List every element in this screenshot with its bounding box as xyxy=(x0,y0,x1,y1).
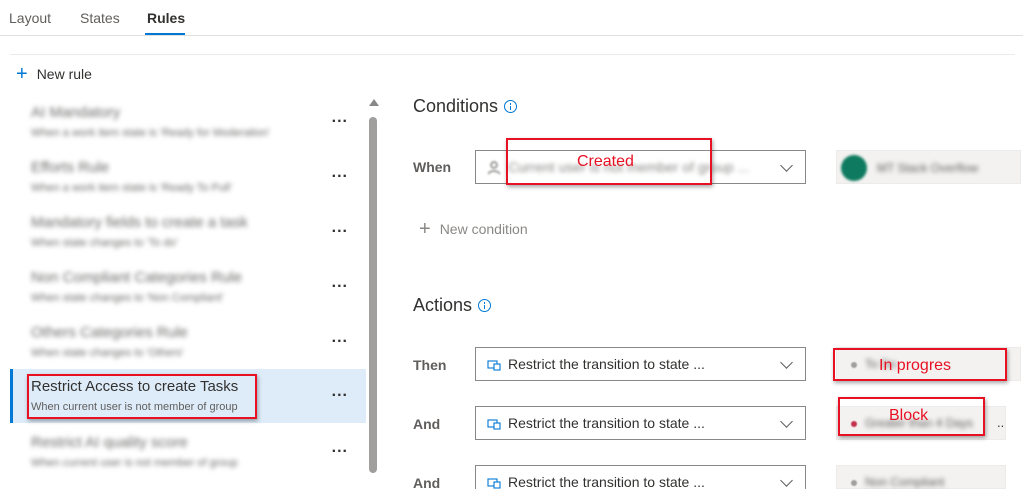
group-value-field[interactable]: MT Stack Overflow xyxy=(836,150,1021,184)
more-options-icon[interactable]: ... xyxy=(332,383,348,401)
plus-icon: + xyxy=(16,63,28,85)
rule-subtitle: When a work item state is 'Ready for Mod… xyxy=(31,127,270,139)
chevron-down-icon xyxy=(780,474,793,487)
more-options-icon[interactable]: ... xyxy=(332,164,348,182)
action-value: Restrict the transition to state ... xyxy=(508,474,705,489)
rule-subtitle: When current user is not member of group xyxy=(31,457,238,469)
tab-bar: Layout States Rules xyxy=(0,0,1023,36)
rules-list: AI Mandatory When a work item state is '… xyxy=(10,95,366,489)
tab-states[interactable]: States xyxy=(80,10,120,26)
annotation-created-label: Created xyxy=(577,153,634,170)
info-icon[interactable] xyxy=(504,100,518,113)
rule-item[interactable]: Efforts Rule When a work item state is '… xyxy=(10,150,366,204)
actions-heading: Actions xyxy=(413,295,492,316)
annotation-in-progress-label: In progres xyxy=(879,357,952,374)
rule-item[interactable]: AI Mandatory When a work item state is '… xyxy=(10,95,366,149)
conditions-heading: Conditions xyxy=(413,96,518,117)
state-value: Non Compliant xyxy=(865,475,945,489)
annotation-selected-rule-box xyxy=(27,374,257,419)
rule-title: Efforts Rule xyxy=(31,159,110,176)
more-options-icon[interactable]: ... xyxy=(332,219,348,237)
new-rule-button[interactable]: + New rule xyxy=(16,64,92,84)
chevron-down-icon xyxy=(780,159,793,172)
rule-item[interactable]: Mandatory fields to create a task When s… xyxy=(10,205,366,259)
new-condition-button[interactable]: + New condition xyxy=(419,218,528,240)
rule-subtitle: When state changes to 'To do' xyxy=(31,237,178,249)
rule-item[interactable]: Restrict AI quality score When current u… xyxy=(10,425,366,479)
chevron-down-icon xyxy=(780,356,793,369)
chevron-down-icon xyxy=(780,415,793,428)
action-dropdown[interactable]: Restrict the transition to state ... xyxy=(475,347,806,381)
scroll-thumb[interactable] xyxy=(369,117,377,473)
actions-title: Actions xyxy=(413,295,473,315)
and-label: And xyxy=(413,475,441,489)
rule-title: Restrict AI quality score xyxy=(31,434,188,451)
info-icon[interactable] xyxy=(478,299,492,312)
action-value: Restrict the transition to state ... xyxy=(508,415,705,431)
more-options-icon[interactable]: ... xyxy=(332,329,348,347)
new-condition-label: New condition xyxy=(439,221,528,237)
rule-title: Others Categories Rule xyxy=(31,324,188,341)
more-options-icon[interactable]: ... xyxy=(332,109,348,127)
state-dot-icon xyxy=(851,480,857,486)
active-tab-indicator xyxy=(145,33,185,35)
state-value-field[interactable]: Non Compliant xyxy=(836,465,1006,489)
plus-icon: + xyxy=(419,218,431,240)
rule-title: Mandatory fields to create a task xyxy=(31,214,248,231)
more-options-icon[interactable]: ... xyxy=(332,439,348,457)
more-options-icon[interactable]: ... xyxy=(332,274,348,292)
transition-icon xyxy=(487,419,501,430)
tab-layout[interactable]: Layout xyxy=(9,10,51,26)
action-dropdown[interactable]: Restrict the transition to state ... xyxy=(475,465,806,489)
scroll-up-arrow-icon[interactable] xyxy=(369,99,379,106)
tab-rules[interactable]: Rules xyxy=(147,10,185,26)
rules-scrollbar[interactable] xyxy=(368,95,379,489)
rule-subtitle: When state changes to 'Non Compliant' xyxy=(31,292,224,304)
when-label: When xyxy=(413,159,452,175)
rule-item[interactable]: Others Categories Rule When state change… xyxy=(10,315,366,369)
rule-item[interactable]: Non Compliant Categories Rule When state… xyxy=(10,260,366,314)
then-label: Then xyxy=(413,357,447,373)
divider xyxy=(10,54,1015,55)
and-label: And xyxy=(413,416,441,432)
rule-subtitle: When a work item state is 'Ready To Pull… xyxy=(31,182,232,194)
rule-title: AI Mandatory xyxy=(31,104,121,121)
rule-title: Non Compliant Categories Rule xyxy=(31,269,242,286)
user-icon xyxy=(487,161,501,175)
group-value: MT Stack Overflow xyxy=(877,161,979,175)
conditions-title: Conditions xyxy=(413,96,499,116)
avatar xyxy=(841,155,867,181)
transition-icon xyxy=(487,360,501,371)
new-rule-label: New rule xyxy=(36,66,92,82)
action-value: Restrict the transition to state ... xyxy=(508,356,705,372)
annotation-block-label: Block xyxy=(889,407,929,424)
rule-subtitle: When state changes to 'Others' xyxy=(31,347,184,359)
action-dropdown[interactable]: Restrict the transition to state ... xyxy=(475,406,806,440)
transition-icon xyxy=(487,478,501,489)
overflow-indicator: .. xyxy=(997,415,1005,430)
